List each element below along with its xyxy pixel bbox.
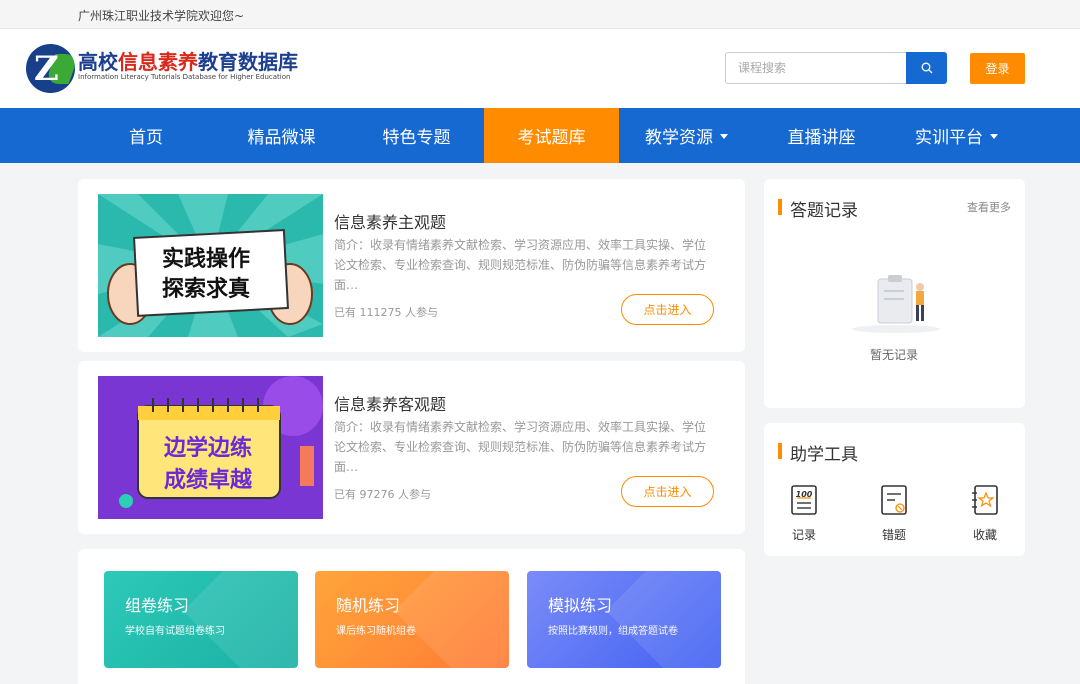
tools-title: 助学工具: [778, 440, 858, 465]
search-icon: [921, 62, 932, 74]
course-thumbnail[interactable]: 边学边练 成绩卓越: [98, 376, 323, 519]
thumbnail-text: 成绩卓越: [164, 468, 253, 493]
main-nav: 首页 精品微课 特色专题 考试题库 教学资源 直播讲座 实训平台: [0, 108, 1080, 163]
tool-favorites[interactable]: 收藏: [955, 483, 1015, 543]
course-title[interactable]: 信息素养客观题: [334, 391, 446, 415]
practice-card-simulation[interactable]: 模拟练习 按照比赛规则，组成答题试卷: [527, 571, 721, 668]
enter-button[interactable]: 点击进入: [621, 476, 714, 507]
top-bar: 广州珠江职业技术学院欢迎您~: [0, 0, 1080, 29]
thumbnail-text: 探索求真: [162, 277, 251, 302]
participant-count: 已有 97276 人参与: [334, 488, 431, 501]
logo-emblem-icon: Z: [26, 44, 75, 93]
practice-title: 组卷练习: [125, 596, 190, 615]
nav-item-training-platform[interactable]: 实训平台: [889, 108, 1024, 163]
nav-item-live-lectures[interactable]: 直播讲座: [754, 108, 889, 163]
study-tools-panel: 助学工具 100 记录 错题 收藏: [764, 423, 1025, 556]
practice-subtitle: 课后练习随机组卷: [336, 626, 416, 637]
chevron-down-icon: [990, 134, 998, 139]
practice-subtitle: 学校自有试题组卷练习: [125, 626, 225, 637]
search-button[interactable]: [906, 52, 947, 84]
course-card: 边学边练 成绩卓越 信息素养客观题 简介：收录有情绪素养文献检索、学习资源应用、…: [78, 361, 745, 534]
welcome-text: 广州珠江职业技术学院欢迎您~: [78, 9, 245, 23]
practice-card-random[interactable]: 随机练习 课后练习随机组卷: [315, 571, 509, 668]
site-logo[interactable]: Z 高校信息素养教育数据库 Information Literacy Tutor…: [26, 44, 316, 94]
course-card: 实践操作 探索求真 信息素养主观题 简介：收录有情绪素养文献检索、学习资源应用、…: [78, 179, 745, 352]
practice-card-compose[interactable]: 组卷练习 学校自有试题组卷练习: [104, 571, 298, 668]
tool-wrong-questions[interactable]: 错题: [864, 483, 924, 543]
header: Z 高校信息素养教育数据库 Information Literacy Tutor…: [0, 29, 1080, 108]
chevron-down-icon: [720, 134, 728, 139]
nav-item-special-topics[interactable]: 特色专题: [349, 108, 484, 163]
view-more-link[interactable]: 查看更多: [967, 199, 1011, 215]
score-100-icon: 100: [791, 485, 817, 515]
thumbnail-text: 边学边练: [164, 436, 253, 461]
wrong-question-icon: [881, 485, 907, 515]
tool-label: 错题: [881, 528, 906, 542]
course-title[interactable]: 信息素养主观题: [334, 209, 446, 233]
course-description: 简介：收录有情绪素养文献检索、学习资源应用、效率工具实操、学位论文检索、专业检索…: [334, 238, 707, 292]
tool-records[interactable]: 100 记录: [774, 483, 834, 543]
nav-item-teaching-resources[interactable]: 教学资源: [619, 108, 754, 163]
practice-subtitle: 按照比赛规则，组成答题试卷: [548, 626, 678, 637]
nav-item-micro-courses[interactable]: 精品微课: [214, 108, 349, 163]
participant-count: 已有 111275 人参与: [334, 306, 438, 319]
records-title: 答题记录: [778, 196, 858, 221]
practice-section: 组卷练习 学校自有试题组卷练习 随机练习 课后练习随机组卷 模拟练习 按照比赛规…: [78, 549, 745, 684]
empty-records-text: 暂无记录: [869, 348, 918, 362]
nav-item-exam-bank[interactable]: 考试题库: [484, 108, 619, 163]
tool-label: 收藏: [972, 528, 997, 542]
logo-title: 高校信息素养教育数据库: [78, 50, 298, 74]
course-thumbnail[interactable]: 实践操作 探索求真: [98, 194, 323, 337]
answer-records-panel: 答题记录 查看更多 暂无记录: [764, 179, 1025, 408]
practice-title: 随机练习: [336, 596, 401, 615]
course-description: 简介：收录有情绪素养文献检索、学习资源应用、效率工具实操、学位论文检索、专业检索…: [334, 420, 707, 474]
tool-label: 记录: [791, 528, 816, 542]
search-input[interactable]: [725, 52, 907, 84]
practice-title: 模拟练习: [548, 596, 613, 615]
login-button[interactable]: 登录: [970, 53, 1025, 84]
enter-button[interactable]: 点击进入: [621, 294, 714, 325]
nav-item-home[interactable]: 首页: [78, 108, 214, 163]
empty-clipboard-icon: [852, 275, 940, 333]
logo-subtitle: Information Literacy Tutorials Database …: [78, 73, 291, 81]
favorite-star-icon: [972, 485, 998, 515]
